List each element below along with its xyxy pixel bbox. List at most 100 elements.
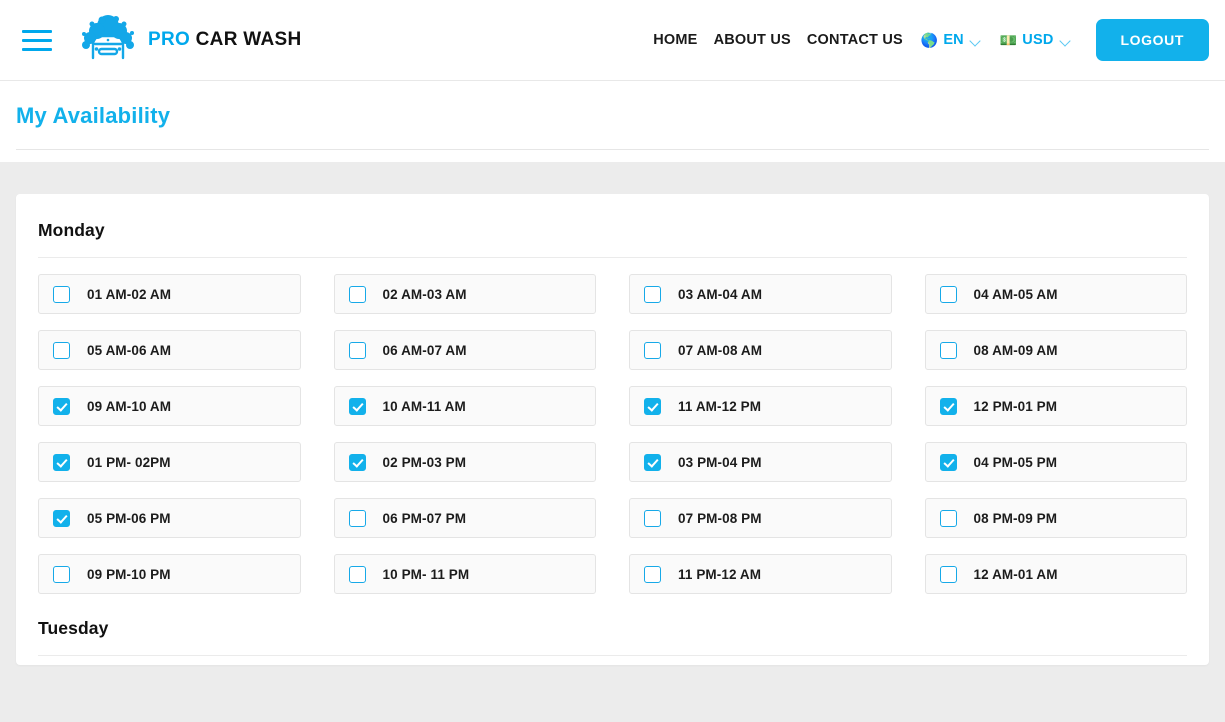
timeslot-label: 03 AM-04 AM [678,286,763,302]
checkbox-unchecked-icon[interactable] [939,565,957,583]
timeslot-option[interactable]: 11 PM-12 AM [629,554,892,594]
checkbox-unchecked-icon[interactable] [348,285,366,303]
timeslot-label: 07 PM-08 PM [678,510,762,526]
checkbox-unchecked-icon[interactable] [348,341,366,359]
timeslot-label: 04 AM-05 AM [973,286,1058,302]
timeslot-option[interactable]: 04 PM-05 PM [924,442,1187,482]
checkbox-checked-icon[interactable] [348,397,366,415]
timeslot-label: 02 PM-03 PM [382,454,467,470]
timeslot-option[interactable]: 11 AM-12 PM [629,386,892,426]
timeslot-label: 05 PM-06 PM [87,510,171,526]
chevron-down-icon [971,37,982,44]
timeslot-option[interactable]: 04 AM-05 AM [924,274,1187,314]
timeslot-label: 04 PM-05 PM [973,454,1058,470]
language-selector[interactable]: 🌎 EN [911,32,990,48]
timeslot-option[interactable]: 12 PM-01 PM [924,386,1187,426]
banknote-icon: 💵 [999,32,1018,48]
content-area: Monday 01 AM-02 AM 02 AM-03 AM 03 AM-04 AM 0… [0,162,1225,665]
page-title: My Availability [16,103,171,128]
checkbox-checked-icon[interactable] [53,509,70,527]
timeslot-option[interactable]: 06 PM-07 PM [333,498,596,538]
timeslot-option[interactable]: 09 AM-10 AM [38,386,301,426]
checkbox-checked-icon[interactable] [644,453,661,471]
timeslot-label: 11 PM-12 AM [678,566,762,582]
logout-button[interactable]: LOGOUT [1095,19,1209,61]
day-divider [38,257,1187,258]
checkbox-unchecked-icon[interactable] [644,285,661,303]
timeslot-label: 11 AM-12 PM [678,398,762,414]
brand-name-pro: PRO [148,29,191,50]
currency-selector[interactable]: 💵 USD [990,32,1080,48]
timeslot-option[interactable]: 07 AM-08 AM [629,330,892,370]
language-code: EN [943,32,964,48]
main-navigation: HOME ABOUT US CONTACT US 🌎 EN 💵 USD LOGO… [645,19,1209,61]
timeslot-label: 10 PM- 11 PM [382,566,470,582]
timeslot-option[interactable]: 10 AM-11 AM [333,386,596,426]
timeslot-option[interactable]: 10 PM- 11 PM [333,554,596,594]
timeslot-option[interactable]: 03 AM-04 AM [629,274,892,314]
timeslot-option[interactable]: 12 AM-01 AM [924,554,1187,594]
brand-logo-link[interactable]: PRO CAR WASH [78,14,302,66]
day-heading: Tuesday [38,618,109,638]
timeslot-label: 01 PM- 02PM [87,454,171,470]
chevron-down-icon [1061,37,1072,44]
day-list: Monday 01 AM-02 AM 02 AM-03 AM 03 AM-04 AM 0… [38,220,1187,656]
checkbox-unchecked-icon[interactable] [53,341,70,359]
checkbox-checked-icon[interactable] [348,453,366,471]
car-wash-logo-icon [82,15,134,60]
hamburger-bar [22,38,52,42]
hamburger-bar [22,29,52,33]
timeslot-option[interactable]: 06 AM-07 AM [333,330,596,370]
timeslot-label: 06 PM-07 PM [382,510,467,526]
checkbox-unchecked-icon[interactable] [53,285,70,303]
timeslot-label: 08 AM-09 AM [973,342,1058,358]
hamburger-menu-icon[interactable] [20,26,54,54]
checkbox-checked-icon[interactable] [53,397,70,415]
timeslot-option[interactable]: 02 AM-03 AM [333,274,596,314]
timeslot-grid: 01 AM-02 AM 02 AM-03 AM 03 AM-04 AM 04 AM-0… [38,274,1187,594]
checkbox-unchecked-icon[interactable] [348,565,366,583]
timeslot-option[interactable]: 01 PM- 02PM [38,442,301,482]
globe-icon: 🌎 [920,32,939,48]
timeslot-option[interactable]: 05 PM-06 PM [38,498,301,538]
timeslot-label: 10 AM-11 AM [382,398,466,414]
checkbox-unchecked-icon[interactable] [939,285,957,303]
day-heading: Monday [38,220,105,240]
hamburger-bar [22,47,52,51]
checkbox-checked-icon[interactable] [644,397,661,415]
checkbox-unchecked-icon[interactable] [644,341,661,359]
nav-link-about-us[interactable]: ABOUT US [706,32,799,48]
checkbox-checked-icon[interactable] [939,397,957,415]
timeslot-label: 12 PM-01 PM [973,398,1058,414]
checkbox-unchecked-icon[interactable] [644,565,661,583]
day-block: Tuesday [38,618,1187,656]
timeslot-option[interactable]: 03 PM-04 PM [629,442,892,482]
checkbox-unchecked-icon[interactable] [644,509,661,527]
currency-code: USD [1022,32,1054,48]
timeslot-option[interactable]: 01 AM-02 AM [38,274,301,314]
checkbox-checked-icon[interactable] [939,453,957,471]
timeslot-label: 12 AM-01 AM [973,566,1058,582]
nav-link-home[interactable]: HOME [645,32,705,48]
timeslot-option[interactable]: 07 PM-08 PM [629,498,892,538]
timeslot-label: 05 AM-06 AM [87,342,172,358]
availability-card: Monday 01 AM-02 AM 02 AM-03 AM 03 AM-04 AM 0… [16,194,1209,665]
site-header: PRO CAR WASH HOME ABOUT US CONTACT US 🌎 … [0,0,1225,81]
timeslot-option[interactable]: 05 AM-06 AM [38,330,301,370]
checkbox-unchecked-icon[interactable] [939,509,957,527]
checkbox-checked-icon[interactable] [53,453,70,471]
timeslot-option[interactable]: 08 AM-09 AM [924,330,1187,370]
timeslot-label: 08 PM-09 PM [973,510,1058,526]
nav-link-contact-us[interactable]: CONTACT US [799,32,911,48]
checkbox-unchecked-icon[interactable] [348,509,366,527]
checkbox-unchecked-icon[interactable] [939,341,957,359]
timeslot-option[interactable]: 09 PM-10 PM [38,554,301,594]
timeslot-option[interactable]: 08 PM-09 PM [924,498,1187,538]
brand-name: PRO CAR WASH [148,29,302,51]
timeslot-label: 09 PM-10 PM [87,566,171,582]
checkbox-unchecked-icon[interactable] [53,565,70,583]
timeslot-label: 07 AM-08 AM [678,342,763,358]
timeslot-label: 03 PM-04 PM [678,454,762,470]
page-titlebar: My Availability [0,81,1225,150]
timeslot-option[interactable]: 02 PM-03 PM [333,442,596,482]
